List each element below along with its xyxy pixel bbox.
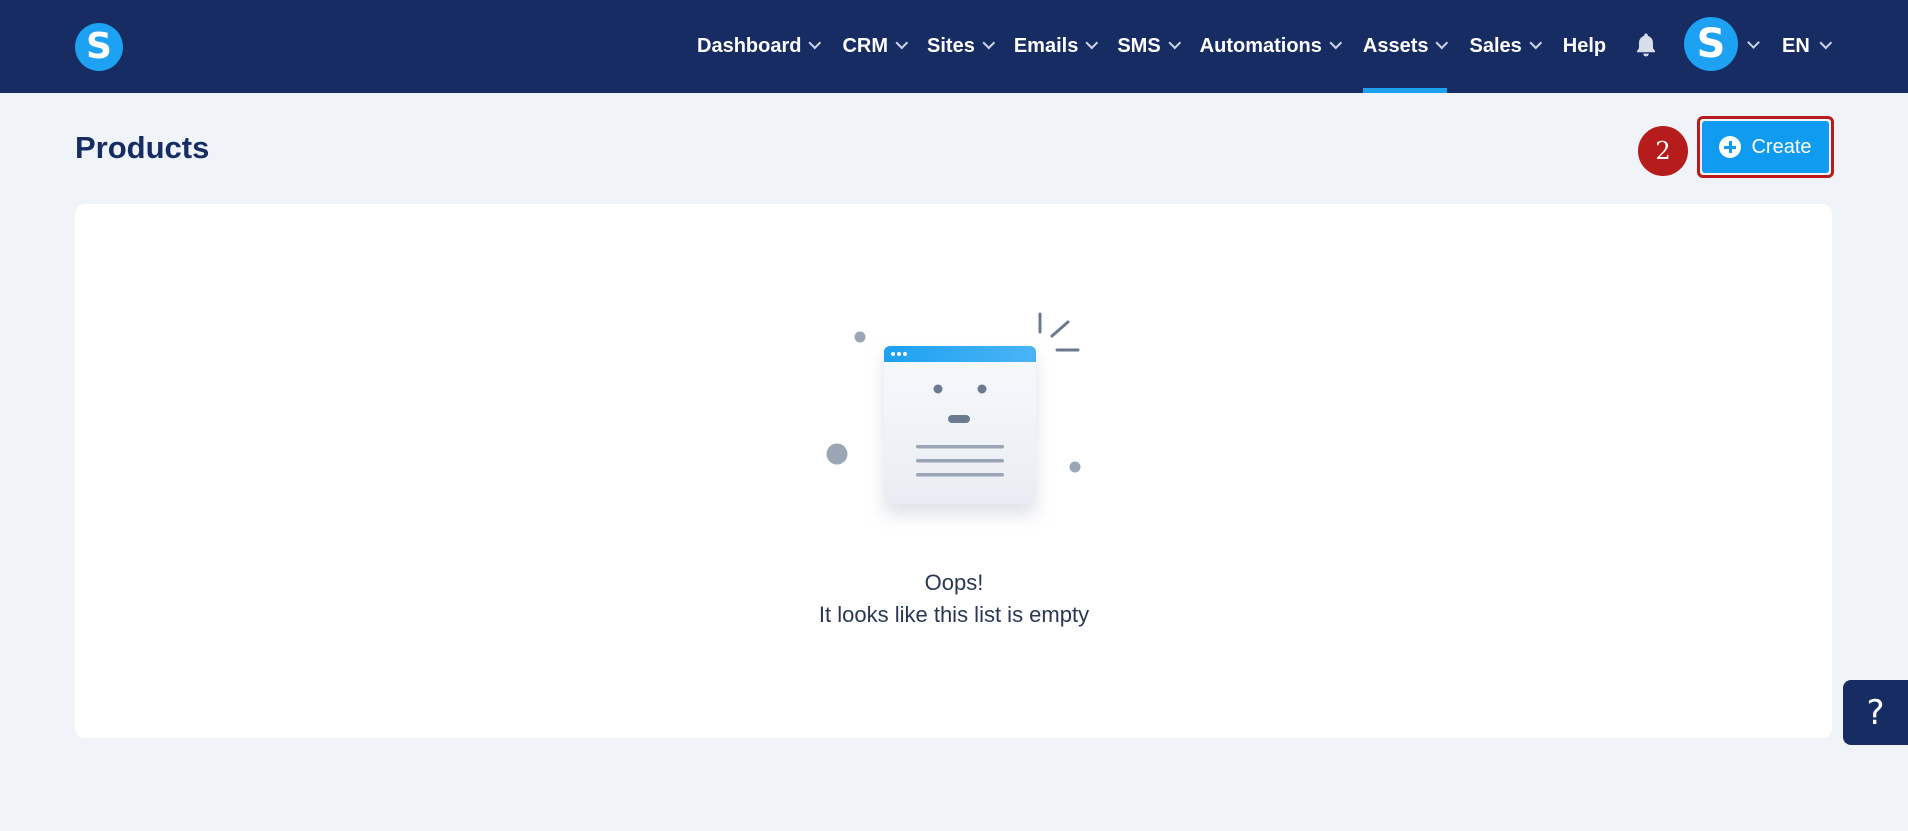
chevron-down-icon [895, 36, 909, 50]
nav-item-crm[interactable]: CRM [842, 0, 909, 93]
question-mark-icon: ? [1866, 692, 1885, 733]
create-button-label: Create [1751, 135, 1812, 158]
chevron-down-icon [1819, 36, 1832, 50]
chevron-down-icon [1168, 36, 1181, 50]
chevron-down-icon [982, 36, 995, 50]
nav-item-emails[interactable]: Emails [1014, 0, 1099, 93]
nav-item-sms[interactable]: SMS [1117, 0, 1181, 93]
chevron-down-icon [1529, 36, 1542, 50]
chevron-down-icon [1435, 36, 1449, 50]
create-button[interactable]: Create [1697, 116, 1834, 178]
plus-circle-icon [1719, 136, 1742, 158]
chevron-down-icon [1329, 36, 1343, 50]
nav-item-dashboard[interactable]: Dashboard [697, 0, 822, 93]
logo-letter: S [86, 26, 112, 67]
nav-item-help[interactable]: Help [1563, 0, 1606, 93]
empty-list-illustration [826, 312, 1081, 504]
app-logo[interactable]: S [75, 23, 123, 71]
nav-item-sales[interactable]: Sales [1469, 0, 1542, 93]
chevron-down-icon [1085, 36, 1099, 50]
page-title: Products [75, 130, 210, 165]
top-nav-bar: S Dashboard CRM Sites Emails SMS Automat… [0, 0, 1908, 93]
user-avatar[interactable]: S [1684, 17, 1738, 71]
step-badge: 2 [1638, 126, 1688, 176]
empty-state-message: It looks like this list is empty [818, 602, 1090, 627]
chevron-down-icon [808, 36, 822, 50]
help-widget-button[interactable]: ? [1843, 680, 1908, 745]
nav-item-assets[interactable]: Assets [1362, 0, 1449, 93]
language-selector[interactable]: EN [1782, 0, 1832, 93]
nav-item-sites[interactable]: Sites [927, 0, 995, 93]
nav-item-automations[interactable]: Automations [1200, 0, 1343, 93]
main-nav: Dashboard CRM Sites Emails SMS Automatio… [697, 0, 1606, 93]
empty-state-title: Oops! [924, 570, 984, 595]
bell-icon[interactable] [1634, 32, 1658, 58]
chevron-down-icon[interactable] [1747, 36, 1760, 49]
